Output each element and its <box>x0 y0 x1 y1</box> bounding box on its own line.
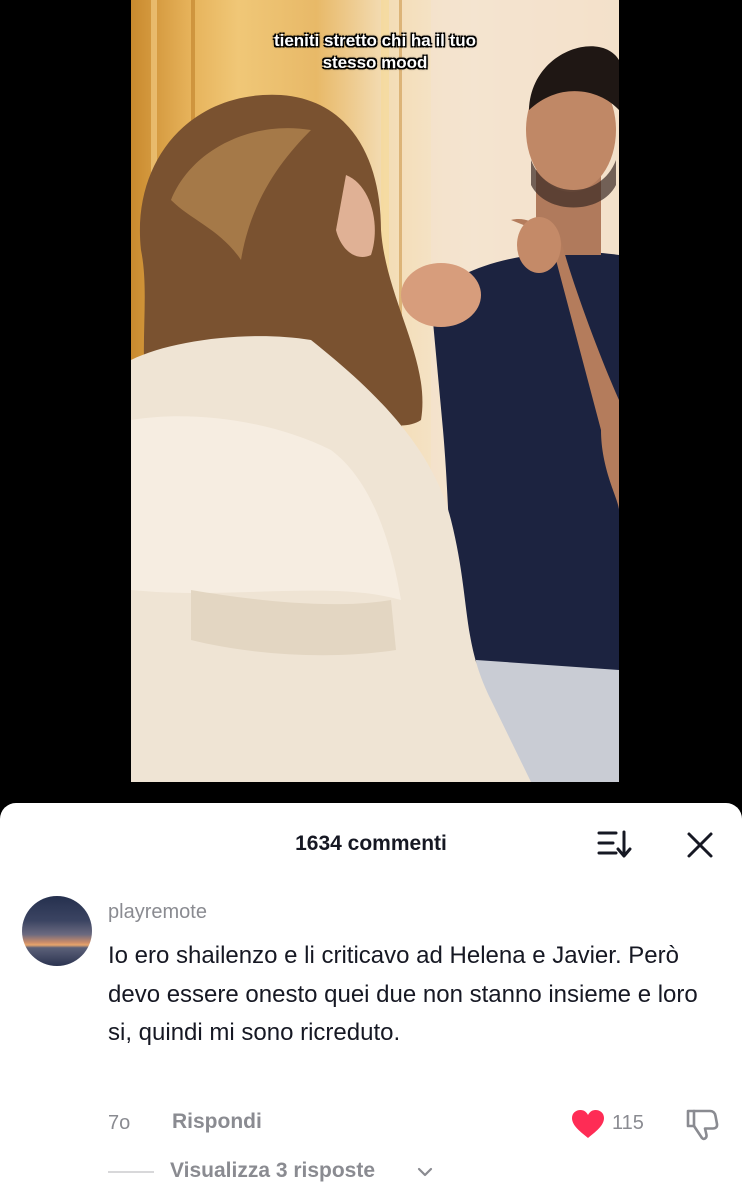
chevron-down-icon <box>417 1167 433 1177</box>
like-button[interactable] <box>571 1109 605 1139</box>
video-player[interactable]: tieniti stretto chi ha il tuo stesso moo… <box>131 0 619 782</box>
replies-divider <box>108 1171 154 1173</box>
heart-icon <box>572 1110 604 1138</box>
video-caption: tieniti stretto chi ha il tuo stesso moo… <box>131 30 619 74</box>
sort-button[interactable] <box>596 829 636 859</box>
video-caption-line: tieniti stretto chi ha il tuo <box>273 31 477 50</box>
like-count: 115 <box>612 1112 644 1134</box>
thumbs-down-icon <box>686 1109 719 1141</box>
dislike-button[interactable] <box>684 1106 720 1142</box>
comments-sheet: 1634 commenti playremote Io ero shailenz… <box>0 803 742 1200</box>
video-caption-line: stesso mood <box>322 53 428 72</box>
close-icon <box>687 832 713 858</box>
comment-username[interactable]: playremote <box>108 901 207 924</box>
comment-timestamp: 7o <box>108 1112 131 1134</box>
reply-button[interactable]: Rispondi <box>172 1110 262 1134</box>
view-replies-button[interactable]: Visualizza 3 risposte <box>170 1159 375 1183</box>
video-frame-illustration <box>131 0 619 782</box>
avatar[interactable] <box>22 896 92 966</box>
sort-icon <box>597 830 632 858</box>
close-button[interactable] <box>684 829 716 861</box>
comment-text: Io ero shailenzo e li criticavo ad Helen… <box>108 942 698 1046</box>
